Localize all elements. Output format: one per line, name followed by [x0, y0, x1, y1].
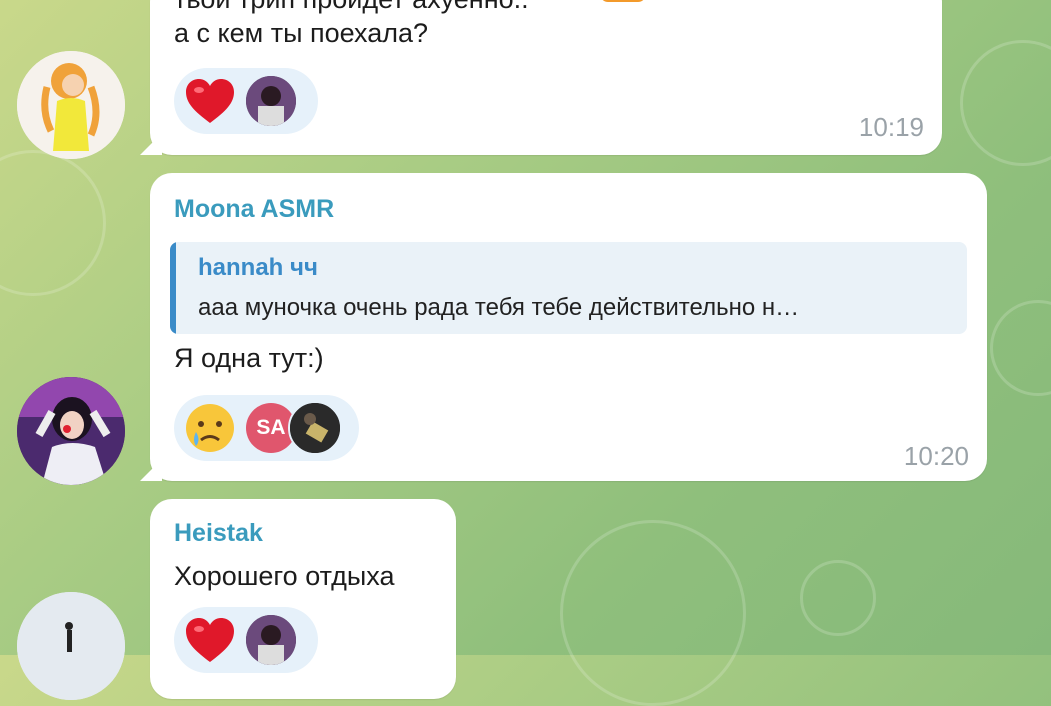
heart-emoji-icon[interactable] — [184, 77, 236, 125]
avatar-image — [17, 377, 125, 485]
reactions-bar[interactable]: SA — [174, 395, 359, 461]
message-bubble[interactable]: Heistak Хорошего отдыха — [150, 499, 456, 699]
message-text-partial: твой трип пройдет ахуенно.. — [174, 0, 529, 15]
reactor-initials: SA — [256, 416, 286, 439]
crying-emoji-icon[interactable] — [184, 402, 236, 454]
bubble-tail — [140, 133, 162, 155]
reply-text: ааа муночка очень рада тебя тебе действи… — [198, 294, 800, 321]
message-text: Я одна тут:) — [174, 343, 324, 373]
reply-accent-bar — [170, 242, 176, 334]
wallpaper-doodle — [0, 150, 106, 296]
avatar-image — [17, 592, 125, 700]
reactor-avatar[interactable] — [288, 401, 342, 455]
smiley-emoji-icon — [600, 0, 646, 2]
message-text: а с кем ты поехала? — [174, 18, 429, 48]
sender-avatar[interactable] — [17, 592, 125, 700]
wallpaper-doodle — [960, 40, 1051, 166]
reactor-avatar[interactable] — [246, 76, 296, 126]
heart-emoji-icon[interactable] — [184, 616, 236, 664]
bubble-tail — [140, 459, 162, 481]
sender-name[interactable]: Moona ASMR — [174, 195, 334, 224]
sender-name[interactable]: Heistak — [174, 519, 263, 548]
reply-preview[interactable]: hannah чч ааа муночка очень рада тебя те… — [170, 242, 967, 334]
reactions-bar[interactable] — [174, 607, 318, 673]
message-bubble[interactable]: Moona ASMR hannah чч ааа муночка очень р… — [140, 173, 987, 481]
wallpaper-doodle — [560, 520, 746, 706]
reply-author: hannah чч — [198, 254, 318, 281]
avatar-image — [17, 51, 125, 159]
message-time: 10:20 — [903, 441, 969, 471]
message-text: Хорошего отдыха — [174, 561, 395, 591]
sender-avatar[interactable] — [17, 377, 125, 485]
message-bubble[interactable]: твой трип пройдет ахуенно.. а с кем ты п… — [140, 0, 942, 155]
wallpaper-doodle — [800, 560, 876, 636]
sender-avatar[interactable] — [17, 51, 125, 159]
wallpaper-doodle — [990, 300, 1051, 396]
reactions-bar[interactable] — [174, 68, 318, 134]
reactor-avatar[interactable] — [246, 615, 296, 665]
message-time: 10:19 — [858, 112, 924, 142]
